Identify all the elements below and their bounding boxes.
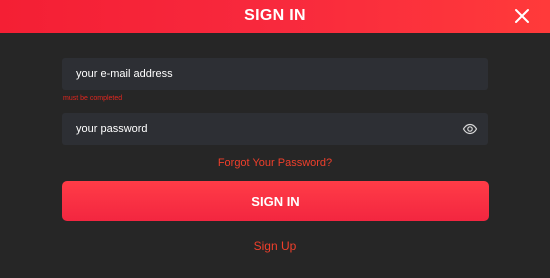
email-error-message: must be completed — [63, 95, 123, 102]
password-input[interactable] — [62, 113, 488, 145]
email-input[interactable] — [62, 58, 488, 90]
modal-header: SIGN IN — [0, 0, 550, 33]
sign-in-button[interactable]: SIGN IN — [62, 181, 489, 221]
close-icon — [515, 9, 529, 23]
show-password-button[interactable] — [462, 121, 478, 137]
close-button[interactable] — [512, 6, 532, 26]
eye-icon — [462, 123, 478, 135]
email-field-container — [62, 58, 488, 90]
modal-title: SIGN IN — [244, 7, 306, 24]
password-field-container — [62, 113, 488, 145]
forgot-password-link[interactable]: Forgot Your Password? — [0, 157, 550, 169]
sign-up-link[interactable]: Sign Up — [0, 239, 550, 253]
